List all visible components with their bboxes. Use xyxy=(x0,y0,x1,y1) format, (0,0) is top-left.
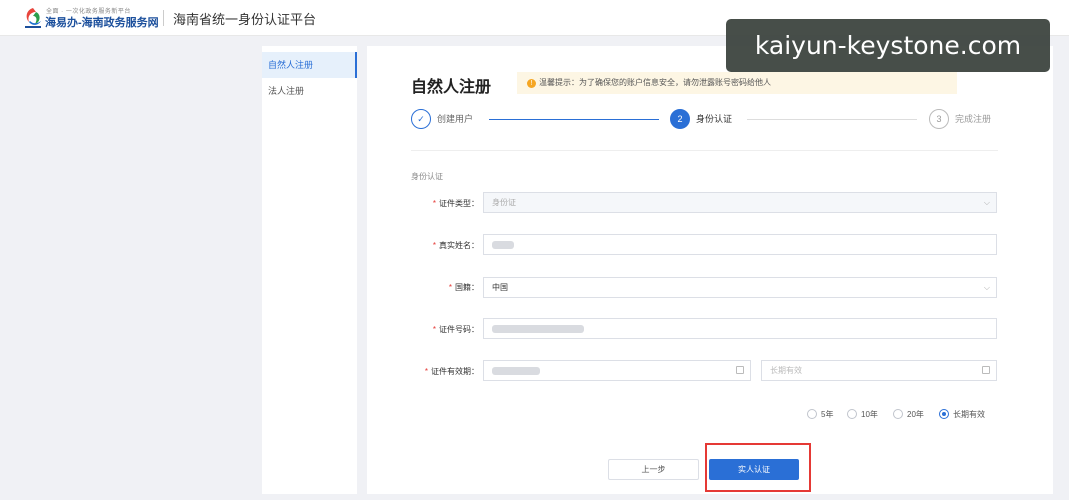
sidebar: 自然人注册 法人注册 xyxy=(262,46,357,494)
page-title: 自然人注册 xyxy=(411,79,492,96)
id-number-label: * 证件号码： xyxy=(432,325,479,334)
logo-text[interactable]: 海易办-海南政务服务网 xyxy=(45,14,159,30)
tip-text: 温馨提示：为了确保您的账户信息安全，请勿泄露账号密码给他人 xyxy=(539,78,771,87)
check-icon: ✓ xyxy=(411,109,431,129)
sidebar-item-legal-person[interactable]: 法人注册 xyxy=(262,78,357,104)
required-mark: * xyxy=(432,241,436,250)
redacted-value xyxy=(492,366,540,375)
redacted-value xyxy=(492,240,514,249)
id-type-select[interactable]: 身份证 ⌵ xyxy=(483,192,997,213)
step-label: 身份认证 xyxy=(696,114,733,124)
step-label: 创建用户 xyxy=(437,114,474,124)
required-mark: * xyxy=(424,367,428,376)
id-number-input[interactable] xyxy=(483,318,997,339)
watermark: kaiyun-keystone.com xyxy=(726,19,1050,72)
calendar-icon xyxy=(982,366,990,374)
chevron-down-icon: ⌵ xyxy=(983,283,990,292)
real-person-verify-button[interactable]: 实人认证 xyxy=(709,459,799,480)
nationality-select[interactable]: 中国 ⌵ xyxy=(483,277,997,298)
validity-end-date[interactable]: 长期有效 xyxy=(761,360,997,381)
nationality-label: * 国籍： xyxy=(448,283,479,292)
logo-icon xyxy=(25,8,41,28)
step-connector xyxy=(747,119,917,120)
step-connector xyxy=(489,119,659,120)
id-type-label: * 证件类型： xyxy=(432,199,479,208)
step-label: 完成注册 xyxy=(955,114,992,124)
calendar-icon xyxy=(736,366,744,374)
required-mark: * xyxy=(432,199,436,208)
step-number: 3 xyxy=(929,109,949,129)
site-title: 海南省统一身份认证平台 xyxy=(173,12,317,27)
validity-radio-group: 5年 10年 20年 长期有效 xyxy=(807,407,997,421)
chevron-down-icon: ⌵ xyxy=(983,198,990,207)
redacted-value xyxy=(492,324,584,333)
header-divider xyxy=(163,10,164,26)
validity-start-date[interactable] xyxy=(483,360,751,381)
real-name-input[interactable] xyxy=(483,234,997,255)
sidebar-item-natural-person[interactable]: 自然人注册 xyxy=(262,52,357,78)
warning-tip: ! 温馨提示：为了确保您的账户信息安全，请勿泄露账号密码给他人 xyxy=(517,72,957,94)
step-number: 2 xyxy=(670,109,690,129)
section-divider xyxy=(411,150,998,151)
prev-step-button[interactable]: 上一步 xyxy=(608,459,699,480)
required-mark: * xyxy=(432,325,436,334)
validity-label: * 证件有效期： xyxy=(424,367,479,376)
section-label: 身份认证 xyxy=(411,172,443,181)
main-panel: 自然人注册 ! 温馨提示：为了确保您的账户信息安全，请勿泄露账号密码给他人 ✓ … xyxy=(367,46,1053,494)
required-mark: * xyxy=(448,283,452,292)
real-name-label: * 真实姓名： xyxy=(432,241,479,250)
warning-icon: ! xyxy=(527,79,536,88)
